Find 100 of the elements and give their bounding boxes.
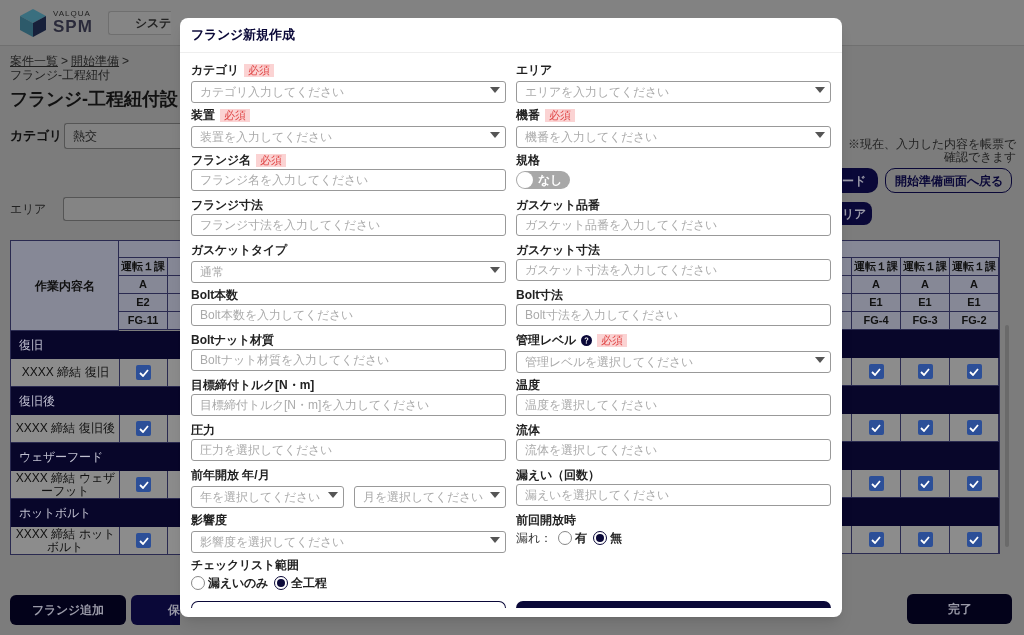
required-badge: 必須 xyxy=(244,63,274,77)
table-cell xyxy=(842,312,852,330)
toggle-switch[interactable]: なし xyxy=(516,171,570,189)
area-field[interactable] xyxy=(63,197,180,221)
header-cell: 運転１課 xyxy=(852,258,901,276)
help-icon[interactable] xyxy=(581,334,592,346)
checkbox[interactable] xyxy=(917,364,933,379)
table-cell xyxy=(168,312,180,330)
select-field[interactable]: 年を選択してください xyxy=(191,486,344,508)
page-button[interactable]: フランジ追加 xyxy=(10,595,126,625)
checkbox[interactable] xyxy=(966,476,982,491)
page-button[interactable]: ード xyxy=(842,168,878,193)
text-field[interactable]: フランジ寸法を入力してください xyxy=(191,214,506,236)
checkbox[interactable] xyxy=(966,364,982,379)
field-label: 管理レベル xyxy=(516,332,576,349)
checkbox[interactable] xyxy=(966,420,982,435)
text-field[interactable]: フランジ名を入力してください xyxy=(191,169,506,191)
nav-tab[interactable]: システ xyxy=(107,10,171,35)
field-label: 機番 xyxy=(516,107,540,124)
table-cell xyxy=(842,276,852,294)
caret-icon xyxy=(490,492,500,498)
area-label: エリア xyxy=(10,201,47,218)
text-field[interactable]: 目標締付トルク[N・m]を入力してください xyxy=(191,394,506,416)
checkbox[interactable] xyxy=(868,364,884,379)
breadcrumb-link[interactable]: 開始準備 xyxy=(71,54,119,68)
header-cell: 作業内容名 xyxy=(11,241,119,331)
field-label: Bolt本数 xyxy=(191,287,239,304)
checkbox[interactable] xyxy=(917,532,933,547)
field-label: フランジ寸法 xyxy=(191,197,263,214)
field-label: チェックリスト範囲 xyxy=(191,557,299,574)
radio-label: 無 xyxy=(610,530,622,547)
radio-label: 全工程 xyxy=(291,575,327,592)
select-field[interactable]: 通常 xyxy=(191,261,506,283)
table-cell xyxy=(842,294,852,312)
table-cell: XXXX 締結 復旧 xyxy=(11,359,121,387)
text-field[interactable]: Bolt本数を入力してください xyxy=(191,304,506,326)
checkbox[interactable] xyxy=(917,476,933,491)
header-cell: 運転１課 xyxy=(950,258,999,276)
field-label: ガスケットタイプ xyxy=(191,242,287,259)
text-field[interactable]: 圧力を選択してください xyxy=(191,439,506,461)
field-label: ガスケット寸法 xyxy=(516,242,600,259)
text-field[interactable]: 温度を選択してください xyxy=(516,394,831,416)
field-label: 前回開放時 xyxy=(516,512,576,529)
checkbox[interactable] xyxy=(136,421,152,436)
radio-label: 漏えいのみ xyxy=(208,575,268,592)
checkbox[interactable] xyxy=(868,420,884,435)
select-field[interactable]: 影響度を選択してください xyxy=(191,531,506,553)
table-cell xyxy=(168,294,180,312)
checkbox[interactable] xyxy=(868,476,884,491)
text-field[interactable]: ガスケット寸法を入力してください xyxy=(516,259,831,281)
text-field[interactable]: 漏えいを選択してください xyxy=(516,484,831,506)
table-cell: XXXX 締結 ホットボルト xyxy=(11,527,121,555)
header-cell: E1 xyxy=(901,294,950,312)
select-field[interactable]: 装置を入力してください xyxy=(191,126,506,148)
required-badge: 必須 xyxy=(220,108,250,122)
caret-icon xyxy=(327,492,338,498)
text-field[interactable]: Bolt寸法を入力してください xyxy=(516,304,831,326)
field-label: 前年開放 年/月 xyxy=(191,467,270,484)
header-cell: E2 xyxy=(119,294,168,312)
header-cell: FG-2 xyxy=(950,312,999,330)
select-field[interactable]: カテゴリ入力してください xyxy=(191,81,506,103)
required-badge: 必須 xyxy=(256,153,286,167)
checkbox[interactable] xyxy=(136,365,152,380)
select-field[interactable]: エリアを入力してください xyxy=(516,81,831,103)
breadcrumb-link[interactable]: 案件一覧 xyxy=(10,54,58,68)
field-label: Boltナット材質 xyxy=(191,332,275,349)
select-field[interactable]: 機番を入力してください xyxy=(516,126,831,148)
category-select[interactable]: 熱交 xyxy=(64,123,180,149)
field-label: 漏えい（回数） xyxy=(516,467,600,484)
field-label: 流体 xyxy=(516,422,540,439)
done-button[interactable]: 完了 xyxy=(907,594,1012,624)
header-cell: A xyxy=(901,276,950,294)
area-button[interactable]: リア xyxy=(842,202,872,225)
caret-icon xyxy=(490,87,500,93)
text-field[interactable]: 流体を選択してください xyxy=(516,439,831,461)
checkbox[interactable] xyxy=(136,533,152,548)
checkbox[interactable] xyxy=(917,420,933,435)
checkbox[interactable] xyxy=(136,477,152,492)
product-name: SPM xyxy=(53,18,93,35)
checkbox[interactable] xyxy=(966,532,982,547)
checkbox[interactable] xyxy=(868,532,884,547)
select-field[interactable]: 管理レベルを選択してください xyxy=(516,351,831,373)
field-label: Bolt寸法 xyxy=(516,287,564,304)
breadcrumb-current: フランジ-工程紐付 xyxy=(10,68,110,82)
field-label: 温度 xyxy=(516,377,540,394)
page-button[interactable]: 開始準備画面へ戻る xyxy=(885,168,1012,193)
caret-icon xyxy=(490,132,500,138)
field-label: 圧力 xyxy=(191,422,215,439)
table-cell: XXXX 締結 復旧後 xyxy=(11,415,121,443)
breadcrumb-separator: > xyxy=(61,54,68,68)
page-button[interactable]: 保 xyxy=(131,595,180,625)
text-field[interactable]: Boltナット材質を入力してください xyxy=(191,349,506,371)
select-field[interactable]: 月を選択してください xyxy=(353,486,506,508)
page-title: フランジ-工程紐付設 xyxy=(10,88,179,111)
header-cell: FG-11 xyxy=(119,312,168,330)
radio-label: 有 xyxy=(575,530,587,547)
caret-icon xyxy=(490,537,500,543)
text-field[interactable]: ガスケット品番を入力してください xyxy=(516,214,831,236)
header-cell: A xyxy=(950,276,999,294)
caret-icon xyxy=(490,267,500,273)
